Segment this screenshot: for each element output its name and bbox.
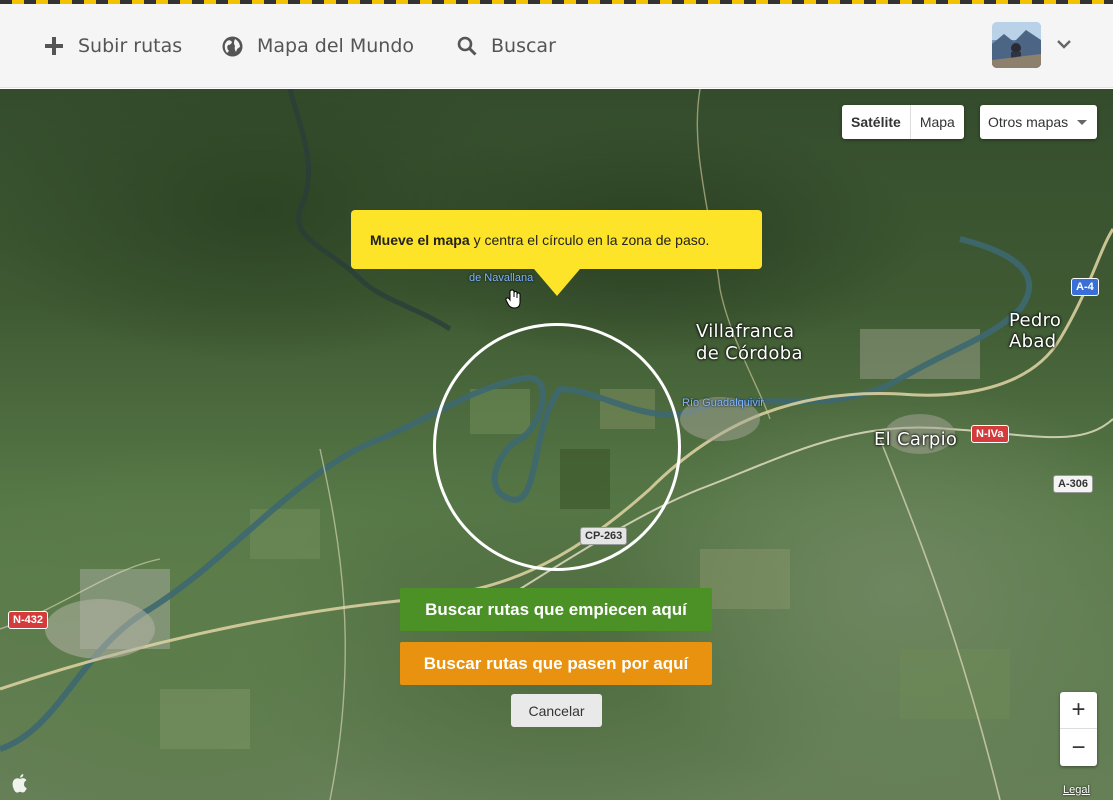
road-badge-n432: N-432: [8, 611, 48, 629]
road-badge-a4: A-4: [1071, 278, 1099, 296]
search-routes-pass-button[interactable]: Buscar rutas que pasen por aquí: [400, 642, 712, 685]
world-map-link[interactable]: Mapa del Mundo: [222, 4, 414, 88]
legal-link[interactable]: Legal: [1063, 784, 1090, 796]
zoom-in-button[interactable]: +: [1060, 692, 1097, 729]
caret-down-icon: [1077, 120, 1087, 125]
place-villafranca-line2: de Córdoba: [696, 343, 803, 364]
avatar-photo: [992, 22, 1041, 68]
place-villafranca-line1: Villafranca: [696, 321, 795, 342]
tooltip-bold-text: Mueve el mapa: [370, 231, 470, 248]
tooltip-text: y centra el círculo en la zona de paso.: [473, 231, 710, 248]
upload-routes-label: Subir rutas: [78, 35, 183, 57]
search-area-circle: [433, 323, 681, 571]
top-navigation-bar: Subir rutas Mapa del Mundo Buscar: [0, 4, 1113, 88]
zoom-controls: + −: [1060, 692, 1097, 766]
user-avatar[interactable]: [992, 22, 1041, 68]
world-map-label: Mapa del Mundo: [257, 35, 415, 57]
instruction-tooltip: Mueve el mapa y centra el círculo en la …: [351, 210, 762, 296]
map-type-switch: Satélite Mapa: [842, 105, 964, 139]
reservoir-label: de Navallana: [469, 272, 534, 284]
satellite-map[interactable]: de Navallana Río Guadalquivir Villafranc…: [0, 89, 1113, 800]
place-pedro-abad: Pedro Abad: [1009, 310, 1062, 352]
road-badge-a306: A-306: [1053, 475, 1093, 493]
place-el-carpio: El Carpio: [874, 429, 958, 450]
cancel-button[interactable]: Cancelar: [511, 694, 602, 727]
search-label: Buscar: [491, 35, 556, 57]
chevron-down-icon[interactable]: [1056, 38, 1072, 50]
plus-icon: [45, 37, 63, 55]
hand-cursor-icon: [505, 289, 521, 309]
satellite-toggle[interactable]: Satélite: [842, 105, 911, 139]
upload-routes-link[interactable]: Subir rutas: [44, 4, 182, 88]
other-maps-dropdown[interactable]: Otros mapas: [980, 105, 1097, 139]
river-label: Río Guadalquivir: [682, 397, 764, 409]
map-toggle[interactable]: Mapa: [911, 105, 964, 139]
search-routes-start-button[interactable]: Buscar rutas que empiecen aquí: [400, 588, 712, 631]
apple-logo-icon: [12, 774, 27, 793]
zoom-out-button[interactable]: −: [1060, 729, 1097, 766]
globe-icon: [222, 36, 243, 56]
search-icon: [457, 36, 477, 56]
search-link[interactable]: Buscar: [457, 4, 556, 88]
other-maps-label: Otros mapas: [988, 114, 1069, 130]
road-badge-n4a: N-IVa: [971, 425, 1009, 443]
